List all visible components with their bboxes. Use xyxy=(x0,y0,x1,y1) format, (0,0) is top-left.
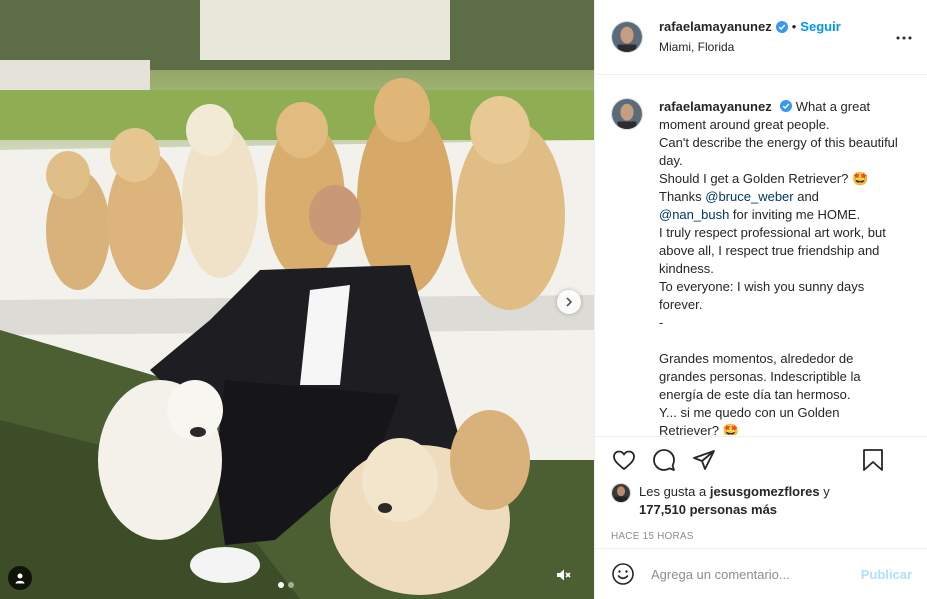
publish-button[interactable]: Publicar xyxy=(861,567,912,582)
liker-username[interactable]: jesusgomezflores xyxy=(710,484,820,499)
share-button[interactable] xyxy=(691,447,717,473)
likes-middle: y xyxy=(819,484,830,499)
author-avatar[interactable] xyxy=(611,21,643,53)
mute-toggle-button[interactable] xyxy=(551,563,575,587)
verified-badge-icon xyxy=(779,100,792,112)
carousel-dot xyxy=(288,582,294,588)
save-button[interactable] xyxy=(860,447,886,473)
paper-plane-icon xyxy=(693,450,715,470)
comments-scroll-area[interactable]: rafaelamayanunez What a great moment arou… xyxy=(595,76,927,435)
post-side-panel: rafaelamayanunez • Seguir Miami, Florida xyxy=(594,0,927,599)
speaker-muted-icon xyxy=(557,569,571,581)
bookmark-icon xyxy=(863,449,883,471)
post-timestamp[interactable]: HACE 15 HORAS xyxy=(611,531,912,542)
author-avatar-image xyxy=(612,22,642,52)
follow-button[interactable]: Seguir xyxy=(800,18,840,36)
mention-link[interactable]: @bruce_weber xyxy=(705,189,793,204)
follow-separator: • xyxy=(791,19,797,34)
caption-author-avatar-image xyxy=(612,99,642,129)
post-location[interactable]: Miami, Florida xyxy=(659,38,841,56)
more-options-icon xyxy=(896,36,912,40)
carousel-indicator xyxy=(278,582,294,588)
likes-count-link[interactable]: 177,510 personas más xyxy=(639,502,777,517)
caption-text: rafaelamayanunez What a great moment arou… xyxy=(659,98,903,435)
caption-body-part3: for inviting me HOME. I truly respect pr… xyxy=(659,207,886,435)
carousel-dot-active xyxy=(278,582,284,588)
author-username[interactable]: rafaelamayanunez xyxy=(659,18,772,36)
comment-button[interactable] xyxy=(651,447,677,473)
post-actions: Les gusta a jesusgomezflores y 177,510 p… xyxy=(595,436,927,542)
instagram-post-modal: rafaelamayanunez • Seguir Miami, Florida xyxy=(0,0,927,599)
likes-prefix: Les gusta a xyxy=(639,484,710,499)
caption-author-avatar[interactable] xyxy=(611,98,643,130)
user-tag-icon xyxy=(15,573,25,584)
like-button[interactable] xyxy=(611,447,637,473)
liker-avatar-image xyxy=(612,484,630,502)
chevron-right-icon xyxy=(566,297,573,307)
next-slide-button[interactable] xyxy=(557,290,581,314)
post-header: rafaelamayanunez • Seguir Miami, Florida xyxy=(595,0,927,75)
caption-username[interactable]: rafaelamayanunez xyxy=(659,99,772,114)
liker-avatar[interactable] xyxy=(611,483,631,503)
comment-input[interactable] xyxy=(651,566,861,582)
smiley-icon xyxy=(612,563,634,585)
comment-bubble-icon xyxy=(653,449,675,471)
action-bar xyxy=(611,437,912,483)
emoji-picker-button[interactable] xyxy=(611,562,635,586)
likes-summary: Les gusta a jesusgomezflores y 177,510 p… xyxy=(611,483,912,519)
heart-icon xyxy=(613,450,635,471)
mention-link[interactable]: @nan_bush xyxy=(659,207,729,222)
caption-body-part2: and xyxy=(797,189,819,204)
caption-comment: rafaelamayanunez What a great moment arou… xyxy=(611,98,912,435)
tagged-users-button[interactable] xyxy=(8,566,32,590)
verified-badge-icon xyxy=(775,21,788,33)
more-options-button[interactable] xyxy=(895,29,913,47)
add-comment-form: Publicar xyxy=(595,548,927,599)
post-media[interactable] xyxy=(0,0,594,599)
post-photo xyxy=(0,0,594,599)
